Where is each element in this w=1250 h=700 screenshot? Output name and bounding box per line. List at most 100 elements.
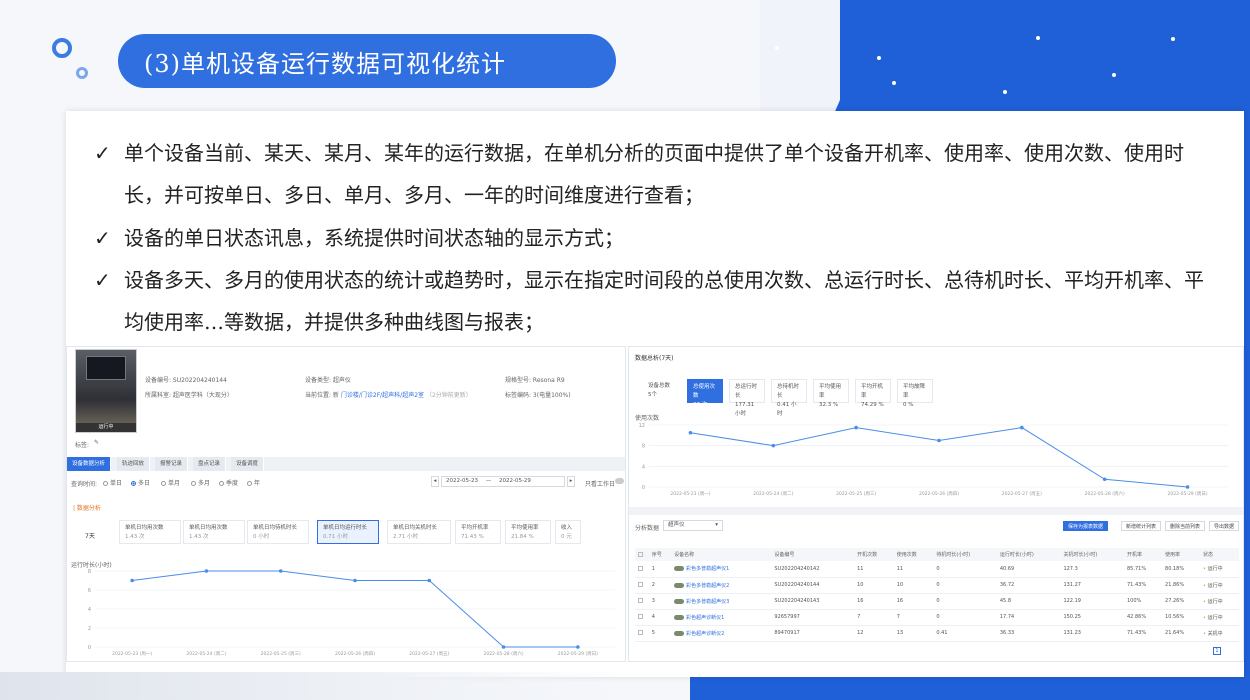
x-tick-label: 2022-05-24 (周二) xyxy=(753,491,793,497)
radio-year[interactable]: 年 xyxy=(247,478,260,487)
kpi-value: 37 次 xyxy=(693,402,708,408)
device-name-link[interactable]: 彩色超声诊断仪1 xyxy=(671,609,772,626)
check-icon: ✓ xyxy=(94,268,111,292)
stat-card[interactable]: 平均使用率 21.84 % xyxy=(505,520,551,544)
stat-label: 单机日均运行时长 xyxy=(323,525,368,531)
stat-card[interactable]: 单机日均用次数 1.43 次 xyxy=(119,520,181,544)
kpi-card[interactable]: 平均使用率 32.3 % xyxy=(813,379,849,408)
location-link[interactable]: 门诊楼/门诊2F/超声科/超声2室 xyxy=(341,392,424,399)
radio-day[interactable]: 单日 xyxy=(103,478,122,487)
radio-multi-day[interactable]: 多日 xyxy=(131,478,150,487)
workday-switch[interactable] xyxy=(615,478,624,484)
data-point[interactable] xyxy=(204,569,209,573)
stat-card[interactable]: 单机日均用次数 1.43 次 xyxy=(183,520,245,544)
tab-inventory-records[interactable]: 盘点记录 xyxy=(193,457,227,471)
data-point[interactable] xyxy=(771,443,776,448)
device-name-link[interactable]: 彩色多普勒超声仪1 xyxy=(671,561,772,578)
data-point[interactable] xyxy=(854,425,858,430)
kpi-value: 0.41 小时 xyxy=(777,402,797,417)
table-cell: 16 xyxy=(854,593,894,610)
column-header: 设备编号 xyxy=(771,548,855,561)
table-section-title: 分析数据 xyxy=(635,525,660,532)
device-screen xyxy=(86,356,126,380)
device-name-link[interactable]: 彩色多普勒超声仪3 xyxy=(671,593,772,610)
next-date-button[interactable]: ▸ xyxy=(567,476,575,487)
stat-card[interactable]: 单机日均关机时长 2.71 小时 xyxy=(387,520,451,544)
save-report-button[interactable]: 保存为报表数据 xyxy=(1063,521,1109,531)
table-row[interactable]: 5 彩色超声诊断仪2 89470917 12 13 0.41 36.33 131.23 71.4… xyxy=(635,625,1239,642)
stat-card[interactable]: 收入 0 元 xyxy=(555,520,581,544)
data-point[interactable] xyxy=(278,569,283,573)
column-header: 开机率 xyxy=(1124,548,1163,561)
y-tick-label: 12 xyxy=(639,423,645,429)
table-cell: 0 xyxy=(933,577,997,594)
kpi-card[interactable]: 设备总数 5个 xyxy=(643,379,679,403)
row-checkbox[interactable] xyxy=(635,625,649,642)
device-name-link[interactable]: 彩色多普勒超声仪2 xyxy=(671,577,772,594)
y-tick-label: 0 xyxy=(642,485,645,491)
row-checkbox[interactable] xyxy=(635,593,649,610)
date-range-picker[interactable]: 2022-05-23 — 2022-05-29 xyxy=(441,476,565,487)
data-point[interactable] xyxy=(427,578,432,583)
export-button[interactable]: 导出数据 xyxy=(1209,521,1240,531)
table-cell: 92657997 xyxy=(771,609,855,626)
kpi-card[interactable]: 总待机时长 0.41 小时 xyxy=(771,379,807,417)
kpi-label: 总待机时长 xyxy=(777,384,800,399)
radio-month[interactable]: 单月 xyxy=(161,478,180,487)
prev-date-button[interactable]: ◂ xyxy=(431,476,439,487)
stat-value: 21.84 % xyxy=(511,534,534,540)
y-tick-label: 6 xyxy=(88,588,91,594)
table-row[interactable]: 1 彩色多普勒超声仪1 SU202204240142 11 11 0 40.69 127.3 8… xyxy=(635,561,1239,578)
kpi-card[interactable]: 总使用次数 37 次 xyxy=(687,379,723,408)
device-stats-table: 序号 设备名称 设备编号 开机次数 使用次数 待机时长(小时) 运行时长(小时) 关机时长(小… xyxy=(635,548,1239,642)
stat-value: 0 小时 xyxy=(253,534,270,540)
row-checkbox[interactable] xyxy=(635,609,649,626)
tab-device-analysis[interactable]: 设备数据分析 xyxy=(67,457,112,471)
stat-label: 平均使用率 xyxy=(511,525,539,531)
table-cell: 0 xyxy=(933,609,997,626)
row-checkbox[interactable] xyxy=(635,577,649,594)
table-row[interactable]: 3 彩色多普勒超声仪3 SU202204240143 16 16 0 45.8 122.19 1… xyxy=(635,593,1239,610)
table-cell: • 运行中 xyxy=(1200,561,1239,578)
section-divider xyxy=(629,507,1243,515)
table-cell: 10.56% xyxy=(1162,609,1201,626)
row-checkbox[interactable] xyxy=(635,561,649,578)
data-point[interactable] xyxy=(688,430,693,435)
tab-device-dispatch[interactable]: 设备调度 xyxy=(231,457,265,471)
stat-card[interactable]: 单机日均待机时长 0 小时 xyxy=(247,520,309,544)
device-type-select[interactable]: 超声仪 ▾ xyxy=(663,520,723,531)
data-point[interactable] xyxy=(353,578,357,583)
y-tick-label: 8 xyxy=(88,569,91,575)
data-point[interactable] xyxy=(1020,425,1024,430)
device-name-link[interactable]: 彩色超声诊断仪2 xyxy=(671,625,772,642)
data-point[interactable] xyxy=(1102,477,1107,482)
data-point[interactable] xyxy=(576,645,580,649)
page-title: (3)单机设备运行数据可视化统计 xyxy=(118,34,616,88)
pagination-page-1[interactable]: 1 xyxy=(1213,647,1221,655)
delete-list-button[interactable]: 删除当前列表 xyxy=(1165,521,1206,531)
table-row[interactable]: 4 彩色超声诊断仪1 92657997 7 7 0 17.74 150.25 42.86% 10.… xyxy=(635,609,1239,626)
x-tick-label: 2022-05-26 (周四) xyxy=(335,651,375,657)
data-point[interactable] xyxy=(1185,485,1190,489)
edit-icon[interactable]: ✎ xyxy=(94,439,99,446)
table-cell: 36.72 xyxy=(996,577,1061,594)
table-cell: 127.3 xyxy=(1060,561,1124,578)
add-list-button[interactable]: 新增统计列表 xyxy=(1121,521,1162,531)
kpi-card[interactable]: 平均故障率 0 % xyxy=(897,379,933,408)
table-row[interactable]: 2 彩色多普勒超声仪2 SU202204240144 10 10 0 36.72 131.27… xyxy=(635,577,1239,594)
stat-card[interactable]: 平均开机率 71.43 % xyxy=(455,520,501,544)
data-point[interactable] xyxy=(130,578,134,583)
x-tick-label: 2022-05-25 (周三) xyxy=(836,491,876,497)
tab-track-replay[interactable]: 轨迹回放 xyxy=(117,457,151,471)
data-point[interactable] xyxy=(937,438,941,443)
kpi-card[interactable]: 总运行时长 177.31 小时 xyxy=(729,379,765,417)
table-cell: 42.86% xyxy=(1124,609,1163,626)
kpi-card[interactable]: 平均开机率 74.29 % xyxy=(855,379,891,408)
tab-alarm-records[interactable]: 报警记录 xyxy=(155,457,189,471)
decor-star xyxy=(1112,73,1116,77)
radio-multi-month[interactable]: 多月 xyxy=(191,478,210,487)
stat-card[interactable]: 单机日均运行时长 0.71 小时 xyxy=(317,520,379,544)
radio-quarter[interactable]: 季度 xyxy=(219,478,238,487)
data-point[interactable] xyxy=(501,645,506,649)
select-all-checkbox[interactable] xyxy=(635,548,649,561)
